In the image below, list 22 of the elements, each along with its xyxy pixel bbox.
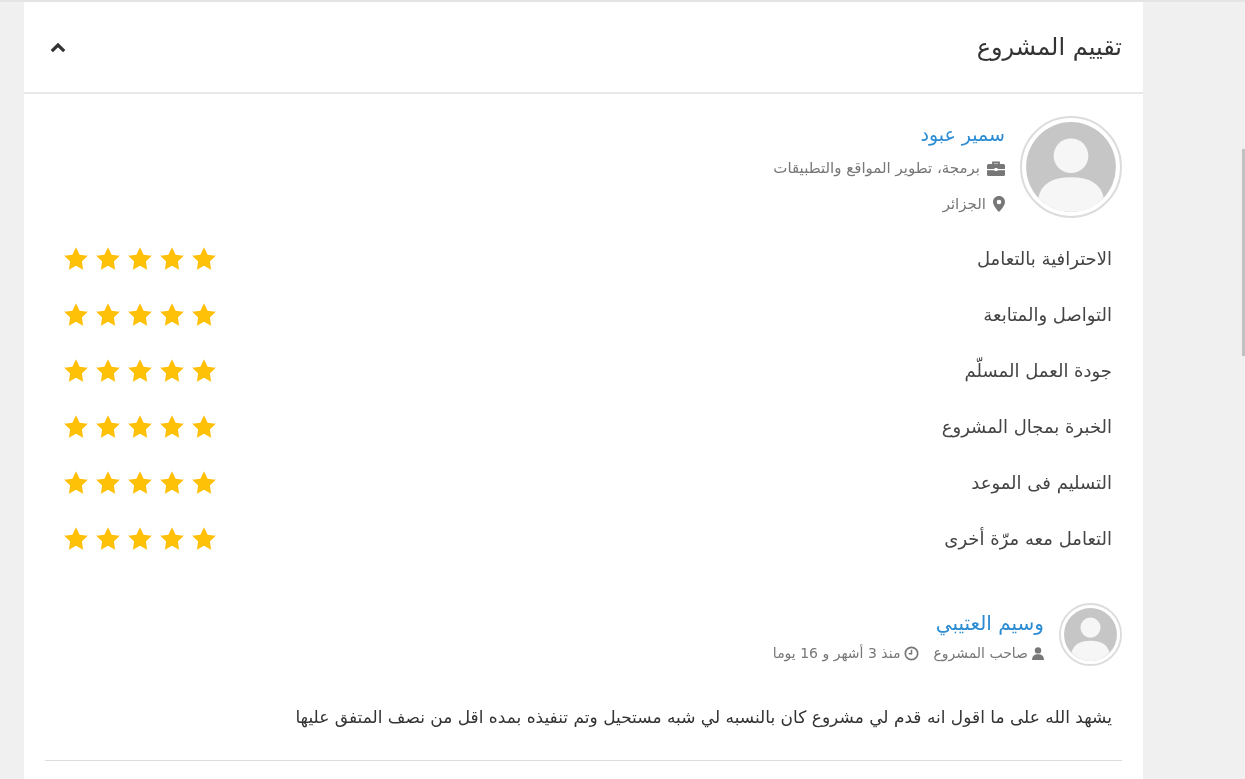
rating-label: جودة العمل المسلّم [964,359,1112,381]
rating-label: التعامل معه مرّة أخرى [944,527,1112,549]
rating-label: التسليم فى الموعد [971,471,1112,493]
comment-text: يشهد الله على ما اقول انه قدم لي مشروع كان بالنسبه لي شبه مستحيل وتم تنفيذه بمده اقل من نصف المتفق عليها [294,706,1113,730]
avatar-icon [1059,603,1122,666]
panel-title: تقييم المشروع [976,33,1122,61]
role-text: صاحب المشروع [933,645,1028,661]
avatar-icon [1020,116,1122,218]
rating-label: الخبرة بمجال المشروع [941,415,1112,437]
scrollbar-thumb[interactable] [1242,149,1245,356]
map-pin-icon [993,196,1005,212]
specialty-text: برمجة، تطوير المواقع والتطبيقات [773,159,980,177]
chevron-up-icon[interactable] [50,41,66,53]
reviewer-name-link[interactable]: وسيم العتيبي [935,610,1044,637]
user-icon [1032,646,1044,660]
rating-label: التواصل والمتابعة [983,303,1112,325]
clock-icon [904,645,920,661]
location-text: الجزائر [942,195,986,213]
rating-label: الاحترافية بالتعامل [976,247,1112,269]
time-text: منذ 3 أشهر و 16 يوما [772,645,901,661]
briefcase-icon [987,160,1005,176]
reviewer-name-link[interactable]: سمير عبود [920,121,1005,147]
